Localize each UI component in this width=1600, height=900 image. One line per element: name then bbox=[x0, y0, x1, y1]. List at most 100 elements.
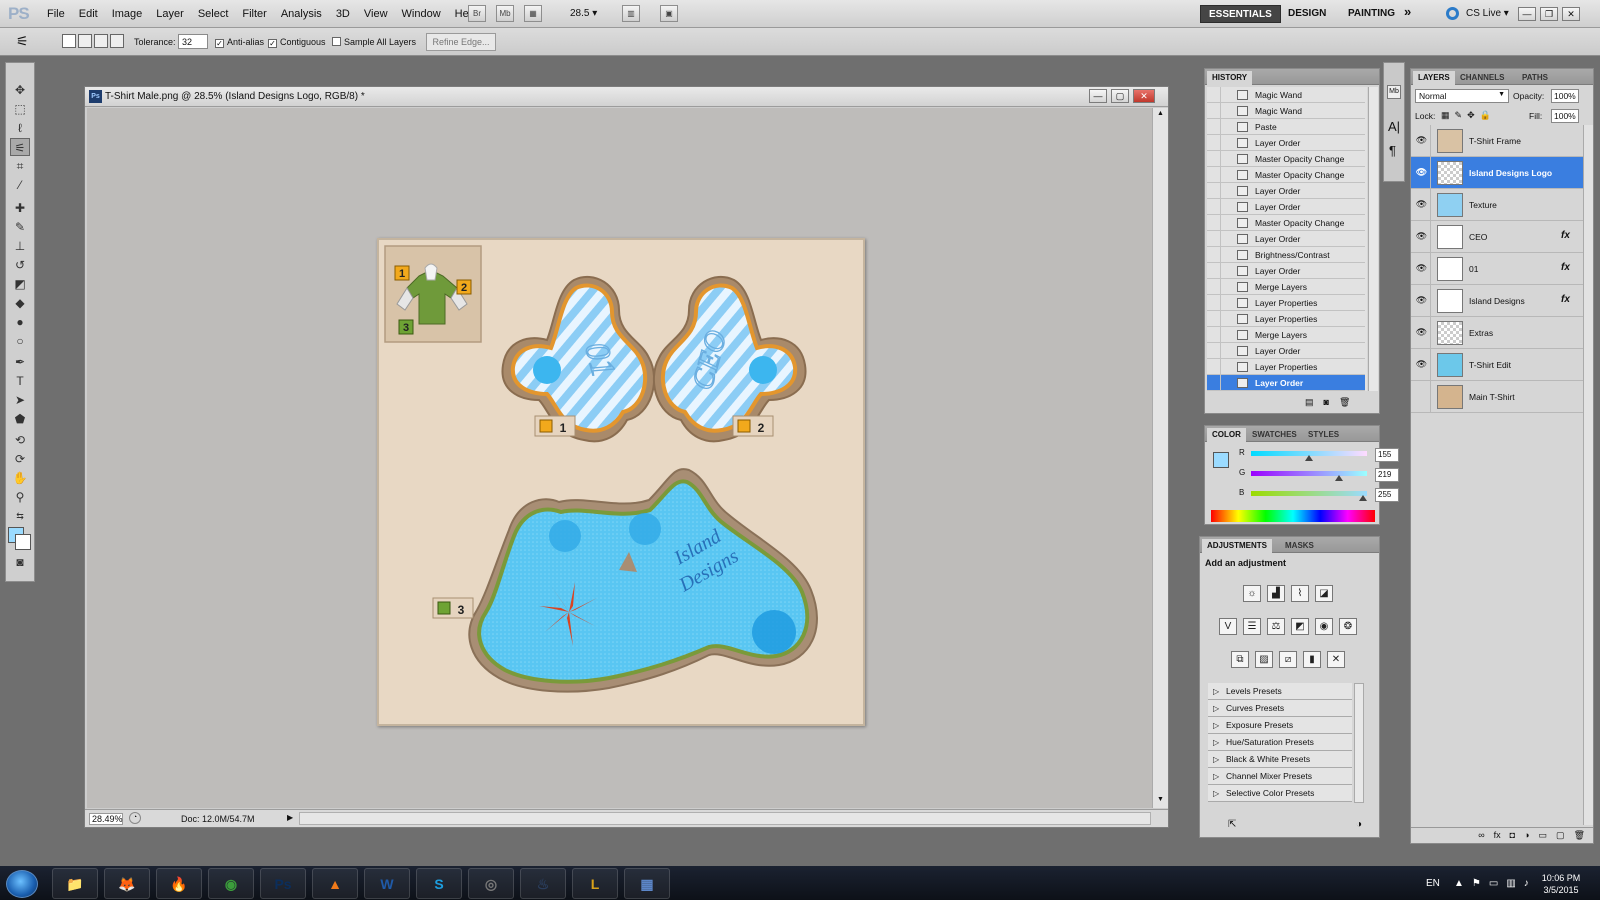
doc-close-button[interactable]: ✕ bbox=[1133, 89, 1155, 103]
tab-channels[interactable]: CHANNELS bbox=[1455, 71, 1509, 85]
bridge-button[interactable]: Br bbox=[468, 5, 486, 22]
layer-row[interactable]: 👁 01 fx bbox=[1411, 253, 1583, 285]
more-workspaces-button[interactable]: » bbox=[1404, 4, 1411, 19]
contiguous-checkbox[interactable]: ✓ Contiguous bbox=[268, 37, 326, 48]
history-source-cell[interactable] bbox=[1207, 295, 1221, 311]
clone-stamp-tool-icon[interactable]: ⊥ bbox=[10, 237, 30, 255]
preset-group[interactable]: ▷ Levels Presets bbox=[1208, 683, 1352, 700]
arrange-documents-button[interactable]: ▥ bbox=[622, 5, 640, 22]
app-close-button[interactable]: ✕ bbox=[1562, 7, 1580, 21]
new-document-from-state-icon[interactable]: ▤ bbox=[1305, 397, 1314, 408]
taskbar-app-button[interactable]: ◉ bbox=[208, 868, 254, 899]
layer-visibility-toggle[interactable]: 👁 bbox=[1411, 157, 1431, 189]
artboard[interactable]: 1 2 3 01 1 CEO 2 Island Designs 3 bbox=[377, 238, 865, 726]
marquee-tool-icon[interactable]: ⬚ bbox=[10, 100, 30, 118]
taskbar-app-button[interactable]: 📁 bbox=[52, 868, 98, 899]
delete-state-icon[interactable]: 🗑 bbox=[1339, 397, 1350, 408]
green-value[interactable]: 219 bbox=[1375, 468, 1399, 482]
layer-visibility-toggle[interactable] bbox=[1411, 381, 1431, 413]
taskbar-app-button[interactable]: 🔥 bbox=[156, 868, 202, 899]
new-group-icon[interactable]: ▭ bbox=[1539, 828, 1548, 843]
history-source-cell[interactable] bbox=[1207, 183, 1221, 199]
doc-maximize-button[interactable]: ▢ bbox=[1111, 89, 1129, 103]
history-scrollbar[interactable] bbox=[1368, 87, 1378, 391]
history-item[interactable]: Layer Properties bbox=[1207, 295, 1365, 311]
document-vertical-scrollbar[interactable]: ▲ ▼ bbox=[1152, 108, 1168, 808]
taskbar-app-button[interactable]: S bbox=[416, 868, 462, 899]
vibrance-icon[interactable]: V bbox=[1219, 618, 1237, 635]
opacity-input[interactable]: 100% bbox=[1551, 89, 1579, 103]
start-button[interactable] bbox=[6, 870, 38, 898]
3d-orbit-tool-icon[interactable]: ⟳ bbox=[10, 450, 30, 468]
history-item[interactable]: Layer Order bbox=[1207, 343, 1365, 359]
color-fg-swatch[interactable] bbox=[1213, 452, 1229, 468]
menu-analysis[interactable]: Analysis bbox=[274, 8, 329, 20]
layer-visibility-toggle[interactable]: 👁 bbox=[1411, 221, 1431, 253]
layer-row[interactable]: 👁 Island Designs Logo bbox=[1411, 157, 1583, 189]
red-value[interactable]: 155 bbox=[1375, 448, 1399, 462]
lock-pixels-icon[interactable]: ✎ bbox=[1455, 110, 1463, 121]
add-mask-icon[interactable]: ◘ bbox=[1510, 828, 1515, 843]
history-item[interactable]: Merge Layers bbox=[1207, 327, 1365, 343]
taskbar-app-button[interactable]: Ps bbox=[260, 868, 306, 899]
taskbar-app-button[interactable]: ▲ bbox=[312, 868, 358, 899]
black-white-icon[interactable]: ◩ bbox=[1291, 618, 1309, 635]
preset-group[interactable]: ▷ Exposure Presets bbox=[1208, 717, 1352, 734]
history-source-cell[interactable] bbox=[1207, 135, 1221, 151]
mini-bridge-panel-icon[interactable]: Mb bbox=[1387, 85, 1401, 99]
tray-battery-icon[interactable]: ▭ bbox=[1489, 878, 1498, 889]
status-info-icon[interactable]: ◔ bbox=[129, 812, 141, 824]
layer-row[interactable]: 👁 CEO fx bbox=[1411, 221, 1583, 253]
new-selection-icon[interactable] bbox=[62, 34, 76, 48]
swap-colors-icon[interactable]: ⇆ bbox=[10, 507, 30, 525]
history-item[interactable]: Paste bbox=[1207, 119, 1365, 135]
layer-style-icon[interactable]: fx bbox=[1494, 828, 1501, 843]
history-source-cell[interactable] bbox=[1207, 167, 1221, 183]
history-source-cell[interactable] bbox=[1207, 231, 1221, 247]
history-source-cell[interactable] bbox=[1207, 247, 1221, 263]
preset-group[interactable]: ▷ Black & White Presets bbox=[1208, 751, 1352, 768]
layer-row[interactable]: 👁 Texture bbox=[1411, 189, 1583, 221]
brush-tool-icon[interactable]: ✎ bbox=[10, 218, 30, 236]
curves-icon[interactable]: ⌇ bbox=[1291, 585, 1309, 602]
history-source-cell[interactable] bbox=[1207, 103, 1221, 119]
photo-filter-icon[interactable]: ◉ bbox=[1315, 618, 1333, 635]
green-slider[interactable] bbox=[1251, 471, 1367, 476]
history-item[interactable]: Layer Order bbox=[1207, 199, 1365, 215]
refine-edge-button[interactable]: Refine Edge... bbox=[426, 33, 496, 51]
tab-layers[interactable]: LAYERS bbox=[1413, 71, 1455, 85]
path-selection-tool-icon[interactable]: ➤ bbox=[10, 391, 30, 409]
paragraph-panel-icon[interactable]: ¶ bbox=[1389, 143, 1396, 158]
status-menu-arrow-icon[interactable]: ▶ bbox=[287, 813, 293, 822]
menu-3d[interactable]: 3D bbox=[329, 8, 357, 20]
exposure-icon[interactable]: ◪ bbox=[1315, 585, 1333, 602]
subtract-selection-icon[interactable] bbox=[94, 34, 108, 48]
history-item[interactable]: Merge Layers bbox=[1207, 279, 1365, 295]
taskbar-app-button[interactable]: W bbox=[364, 868, 410, 899]
magic-wand-tool-icon[interactable]: ⚟ bbox=[10, 138, 30, 156]
layer-visibility-toggle[interactable]: 👁 bbox=[1411, 125, 1431, 157]
history-item[interactable]: Magic Wand bbox=[1207, 103, 1365, 119]
menu-select[interactable]: Select bbox=[191, 8, 236, 20]
delete-layer-icon[interactable]: 🗑 bbox=[1574, 828, 1585, 843]
crop-tool-icon[interactable]: ⌗ bbox=[10, 157, 30, 175]
workspace-design[interactable]: DESIGN bbox=[1280, 5, 1334, 23]
history-item[interactable]: Brightness/Contrast bbox=[1207, 247, 1365, 263]
lasso-tool-icon[interactable]: ℓ bbox=[10, 119, 30, 137]
layer-visibility-toggle[interactable]: 👁 bbox=[1411, 349, 1431, 381]
layer-row[interactable]: 👁 T-Shirt Frame bbox=[1411, 125, 1583, 157]
view-extras-button[interactable]: ▦ bbox=[524, 5, 542, 22]
preset-group[interactable]: ▷ Hue/Saturation Presets bbox=[1208, 734, 1352, 751]
menu-layer[interactable]: Layer bbox=[149, 8, 191, 20]
preset-group[interactable]: ▷ Curves Presets bbox=[1208, 700, 1352, 717]
scroll-down-icon[interactable]: ▼ bbox=[1157, 796, 1164, 803]
mini-bridge-button[interactable]: Mb bbox=[496, 5, 514, 22]
tab-swatches[interactable]: SWATCHES bbox=[1247, 428, 1302, 442]
new-adjustment-layer-icon[interactable]: ◑ bbox=[1524, 828, 1529, 843]
layer-visibility-toggle[interactable]: 👁 bbox=[1411, 317, 1431, 349]
background-color-swatch[interactable] bbox=[15, 534, 31, 550]
history-source-cell[interactable] bbox=[1207, 199, 1221, 215]
green-slider-thumb[interactable] bbox=[1335, 475, 1343, 481]
history-source-cell[interactable] bbox=[1207, 215, 1221, 231]
history-source-cell[interactable] bbox=[1207, 87, 1221, 103]
